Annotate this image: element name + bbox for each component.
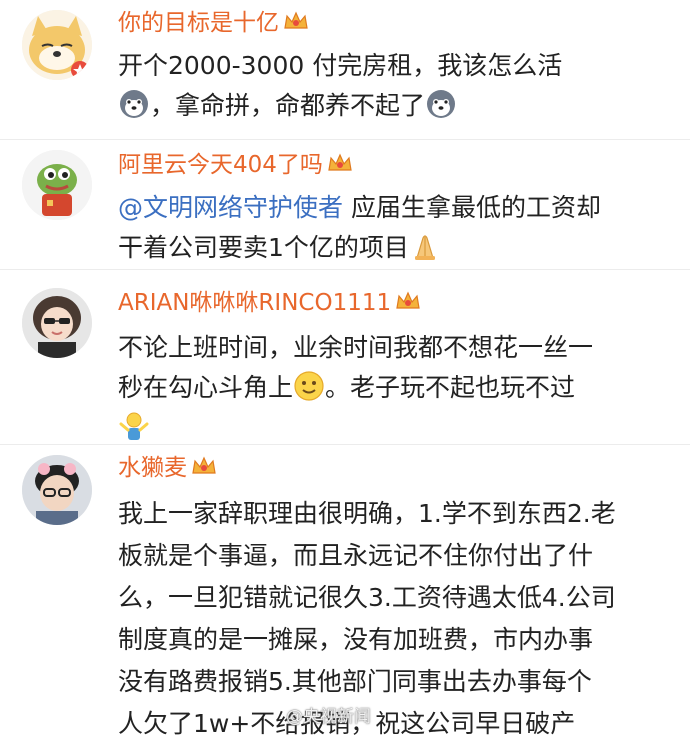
username-text[interactable]: ARIAN咻咻咻RINCO1111 — [118, 290, 391, 316]
comment-line: 开个2000-3000 付完房租，我该怎么活 — [118, 51, 563, 80]
shrug-person-icon — [119, 412, 149, 440]
comment-line-text: ，拿命拼，命都养不起了 — [150, 91, 426, 120]
comment-line: @文明网络守护使者 应届生拿最低的工资却 — [118, 188, 670, 228]
comment-line: 板就是个事逼，而且永远记不住你付出了什 — [118, 541, 594, 570]
username-text[interactable]: 阿里云今天404了吗 — [118, 152, 323, 178]
comment-line-text: 秒在勾心斗角上 — [118, 373, 294, 402]
crown-badge-icon — [192, 456, 216, 474]
username[interactable]: 你的目标是十亿 — [118, 8, 309, 38]
username[interactable]: 水獭麦 — [118, 453, 217, 483]
husky-face-icon — [427, 90, 456, 118]
folded-hands-icon — [414, 235, 435, 260]
username-text[interactable]: 你的目标是十亿 — [118, 10, 279, 36]
username[interactable]: 阿里云今天404了吗 — [118, 150, 353, 180]
comment-line: 干着公司要卖1个亿的项目 — [118, 228, 670, 268]
crown-badge-icon — [284, 11, 308, 29]
comment-line-text: 应届生拿最低的工资却 — [343, 193, 601, 222]
comment-line — [118, 408, 670, 448]
comment-text: @文明网络守护使者 应届生拿最低的工资却 干着公司要卖1个亿的项目 — [118, 188, 670, 268]
comment-item: 阿里云今天404了吗 @文明网络守护使者 应届生拿最低的工资却 干着公司要卖1个… — [0, 140, 690, 270]
crown-badge-icon — [396, 291, 420, 309]
comment-line: 没有路费报销5.其他部门同事出去办事每个 — [118, 667, 592, 696]
comment-text: 不论上班时间，业余时间我都不想花一丝一 秒在勾心斗角上 。老子玩不起也玩不过 — [118, 328, 670, 448]
comment-line: 制度真的是一摊屎，没有加班费，市内办事 — [118, 625, 594, 654]
comment-line: 么，一旦犯错就记很久3.工资待遇太低4.公司 — [118, 583, 616, 612]
comment-line: 秒在勾心斗角上 。老子玩不起也玩不过 — [118, 368, 670, 408]
avatar[interactable] — [22, 455, 92, 525]
comment-line: 不论上班时间，业余时间我都不想花一丝一 — [118, 333, 594, 362]
avatar[interactable] — [22, 288, 92, 358]
comment-text: 我上一家辞职理由很明确，1.学不到东西2.老 板就是个事逼，而且永远记不住你付出… — [118, 493, 670, 735]
smile-face-icon — [294, 371, 324, 401]
comment-line-text: 。老子玩不起也玩不过 — [325, 373, 576, 402]
comment-feed: 你的目标是十亿 开个2000-3000 付完房租，我该怎么活 ，拿命拼，命都养不… — [0, 0, 690, 735]
comment-line-text: 干着公司要卖1个亿的项目 — [118, 233, 409, 262]
crown-badge-icon — [328, 153, 352, 171]
avatar[interactable] — [22, 10, 92, 80]
comment-item: ARIAN咻咻咻RINCO1111 不论上班时间，业余时间我都不想花一丝一 秒在… — [0, 270, 690, 445]
comment-line: ，拿命拼，命都养不起了 — [118, 86, 670, 126]
watermark: @央视新闻 — [286, 707, 371, 727]
mention-link[interactable]: @文明网络守护使者 — [118, 193, 343, 222]
avatar[interactable] — [22, 150, 92, 220]
username[interactable]: ARIAN咻咻咻RINCO1111 — [118, 288, 421, 318]
comment-item: 水獭麦 我上一家辞职理由很明确，1.学不到东西2.老 板就是个事逼，而且永远记不… — [0, 445, 690, 735]
comment-text: 开个2000-3000 付完房租，我该怎么活 ，拿命拼，命都养不起了 — [118, 46, 670, 126]
comment-line: 我上一家辞职理由很明确，1.学不到东西2.老 — [118, 499, 616, 528]
username-text[interactable]: 水獭麦 — [118, 455, 187, 481]
comment-item: 你的目标是十亿 开个2000-3000 付完房租，我该怎么活 ，拿命拼，命都养不… — [0, 0, 690, 140]
husky-face-icon — [120, 90, 148, 118]
comment-line: 人欠了1w+不给报销，祝这公司早日破产 — [118, 709, 576, 735]
